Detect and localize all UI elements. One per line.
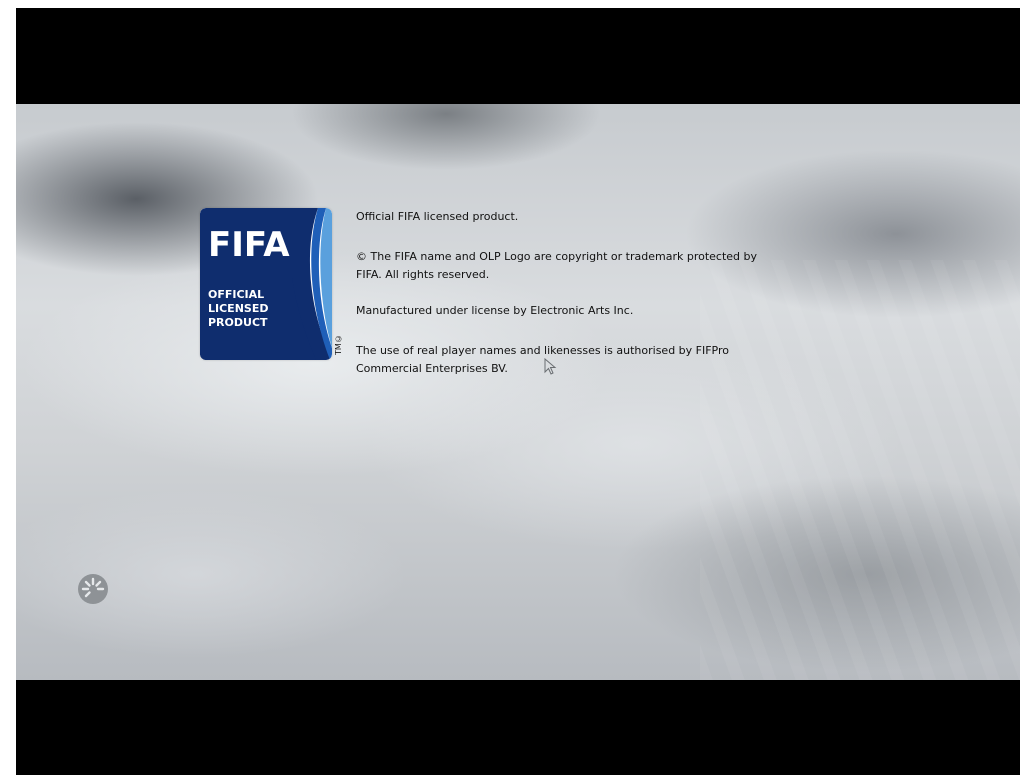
letterbox-frame: FIFA OFFICIAL LICENSED PRODUCT TM© Offic…: [16, 8, 1020, 775]
mouse-cursor-icon: [544, 357, 558, 376]
logo-product-text: PRODUCT: [208, 316, 268, 329]
trademark-mark: TM©: [334, 334, 343, 356]
legal-line-fifpro-1: The use of real player names and likenes…: [356, 344, 730, 357]
legal-paragraph-copyright: © The FIFA name and OLP Logo are copyrig…: [356, 248, 856, 284]
cloud-background: FIFA OFFICIAL LICENSED PRODUCT TM© Offic…: [16, 104, 1020, 680]
legal-line-copyright-1: © The FIFA name and OLP Logo are copyrig…: [356, 250, 758, 263]
loading-spinner-icon: [78, 574, 108, 604]
legal-notice: Official FIFA licensed product. © The FI…: [356, 208, 856, 400]
logo-licensed-text: LICENSED: [208, 302, 268, 315]
legal-line-manufactured: Manufactured under license by Electronic…: [356, 304, 634, 317]
fifa-logo-graphic: FIFA OFFICIAL LICENSED PRODUCT: [200, 208, 332, 360]
legal-line-fifpro-2: Commercial Enterprises BV.: [356, 362, 508, 375]
legal-line-licensed: Official FIFA licensed product.: [356, 210, 519, 223]
legal-line-copyright-2: FIFA. All rights reserved.: [356, 268, 490, 281]
logo-brand-text: FIFA: [208, 225, 290, 265]
logo-official-text: OFFICIAL: [208, 288, 264, 301]
fifa-official-licensed-product-logo: FIFA OFFICIAL LICENSED PRODUCT: [200, 208, 332, 360]
legal-paragraph-fifpro: The use of real player names and likenes…: [356, 342, 856, 378]
